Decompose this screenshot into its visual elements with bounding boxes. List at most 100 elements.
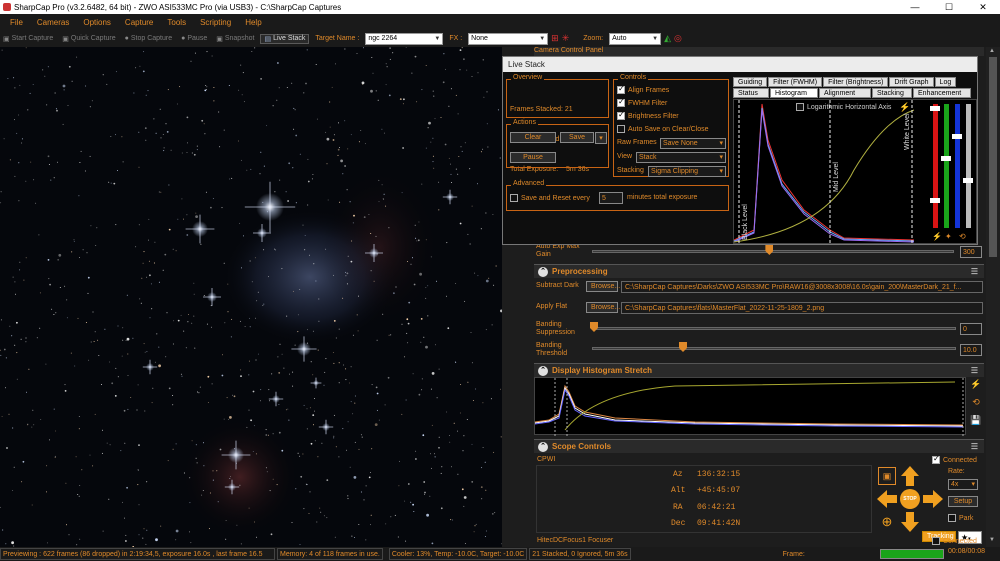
view-select[interactable]: Stack ▾ — [636, 152, 726, 163]
close-button[interactable]: ✕ — [966, 0, 1000, 14]
crosshair-icon[interactable]: ⊞ — [551, 33, 559, 44]
banding-suppression-value[interactable]: 0 — [960, 323, 982, 335]
scroll-up-icon[interactable]: ▲ — [989, 48, 995, 54]
menu-file[interactable]: File — [10, 18, 23, 27]
scroll-down-icon[interactable]: ▼ — [989, 537, 995, 543]
menu-icon[interactable]: ☰ — [971, 442, 978, 451]
brightness-filter-checkbox[interactable]: Brightness Filter — [617, 110, 679, 120]
red-slider-track[interactable] — [933, 104, 938, 228]
red-slider-thumb-low[interactable] — [930, 198, 940, 203]
luminance-slider-track[interactable] — [966, 104, 971, 228]
browse-flat-button[interactable]: Browse... — [586, 302, 620, 313]
rate-select[interactable]: 4x ▾ — [948, 479, 978, 490]
pause-button[interactable]: ● Pause — [178, 35, 210, 42]
green-slider-track[interactable] — [944, 104, 949, 228]
menu-help[interactable]: Help — [245, 18, 261, 27]
save-options-button[interactable]: ▾ — [595, 132, 607, 144]
tab-guiding[interactable]: Guiding — [733, 77, 768, 87]
menu-scripting[interactable]: Scripting — [200, 18, 231, 27]
live-stack-histogram[interactable]: Black Level Mid Level White Level Logari… — [733, 99, 977, 245]
target-name-input[interactable]: ngc 2264 ▼ — [365, 32, 444, 45]
tab-drift-graph[interactable]: Drift Graph — [889, 77, 934, 87]
quick-capture-button[interactable]: ▣ Quick Capture — [59, 35, 118, 43]
park-checkbox[interactable]: Park — [948, 514, 973, 522]
start-capture-button[interactable]: ▣ Start Capture — [0, 35, 56, 43]
live-stack-button[interactable]: ▤ Live Stack — [260, 33, 310, 44]
auto-save-checkbox[interactable]: Auto Save on Clear/Close — [617, 125, 709, 133]
menu-tools[interactable]: Tools — [167, 18, 186, 27]
blue-slider-thumb[interactable] — [952, 134, 962, 139]
fx-select[interactable]: None ▼ — [468, 32, 549, 45]
tab-alignment[interactable]: Alignment — [819, 88, 871, 98]
north-arrow-icon[interactable] — [900, 465, 920, 487]
banding-suppression-slider[interactable] — [592, 327, 956, 330]
save-reset-checkbox[interactable]: Save and Reset every — [510, 194, 590, 202]
image-preview[interactable] — [0, 47, 502, 547]
zoom-select[interactable]: Auto ▼ — [609, 32, 662, 45]
browse-dark-button[interactable]: Browse... — [586, 281, 620, 292]
reset-icon[interactable]: ⟲ — [970, 397, 982, 409]
display-histogram-header[interactable]: ⌃ Display Histogram Stretch ☰ — [534, 363, 984, 377]
menu-options[interactable]: Options — [83, 18, 111, 27]
save-reset-minutes-stepper[interactable]: 5 — [599, 192, 623, 204]
green-slider-thumb[interactable] — [941, 156, 951, 161]
tab-stacking[interactable]: Stacking — [872, 88, 912, 98]
stacking-select[interactable]: Sigma Clipping ▾ — [648, 166, 726, 177]
scrollbar-thumb[interactable] — [989, 57, 997, 257]
menu-icon[interactable]: ☰ — [971, 366, 978, 375]
tab-filter-brightness[interactable]: Filter (Brightness) — [823, 77, 889, 87]
sparkle-icon[interactable]: ✦ — [945, 232, 952, 241]
spiral-search-icon[interactable]: ▣ — [878, 467, 896, 485]
preprocessing-header[interactable]: ⌃ Preprocessing ☰ — [534, 264, 984, 278]
south-arrow-icon[interactable] — [900, 511, 920, 533]
focuser-connected-checkbox[interactable]: Connected — [932, 537, 977, 545]
save-icon[interactable]: 💾 — [970, 415, 982, 427]
tab-histogram[interactable]: Histogram — [770, 88, 818, 98]
blue-slider-track[interactable] — [955, 104, 960, 228]
right-panel-scrollbar[interactable]: ▲ ▼ — [986, 47, 1000, 547]
stop-button[interactable]: STOP — [900, 489, 920, 509]
align-frames-checkbox[interactable]: Align Frames — [617, 84, 669, 94]
menu-cameras[interactable]: Cameras — [37, 18, 69, 27]
reticle-icon[interactable]: ✳ — [562, 33, 570, 44]
menu-icon[interactable]: ☰ — [971, 267, 978, 276]
red-slider-thumb-high[interactable] — [930, 106, 940, 111]
clear-button[interactable]: Clear — [510, 132, 556, 143]
target-icon[interactable]: ◎ — [674, 33, 682, 44]
banding-threshold-slider[interactable] — [592, 347, 956, 350]
lightning-icon[interactable]: ⚡ — [932, 232, 942, 241]
west-arrow-icon[interactable] — [876, 489, 898, 509]
scope-controls-header[interactable]: ⌃ Scope Controls ☰ — [534, 439, 984, 453]
log-axis-checkbox[interactable]: Logarithmic Horizontal Axis — [796, 103, 891, 111]
snapshot-button[interactable]: ▣ Snapshot — [213, 35, 257, 43]
flat-path-field[interactable]: C:\SharpCap Captures\flats\MasterFlat_20… — [621, 302, 983, 314]
scope-connected-checkbox[interactable]: Connected — [932, 454, 977, 464]
raw-frames-select[interactable]: Save None ▾ — [660, 138, 726, 149]
minimize-button[interactable]: — — [898, 0, 932, 14]
setup-button[interactable]: Setup — [948, 496, 978, 507]
pause-stack-button[interactable]: Pause — [510, 152, 556, 163]
display-histogram-graph[interactable] — [534, 377, 966, 436]
stop-capture-button[interactable]: ● Stop Capture — [122, 35, 175, 42]
save-button[interactable]: Save — [560, 132, 594, 143]
lightning-icon[interactable]: ⚡ — [970, 379, 982, 391]
menu-capture[interactable]: Capture — [125, 18, 153, 27]
auto-exp-value[interactable]: 300 — [960, 246, 982, 258]
fwhm-filter-checkbox[interactable]: FWHM Filter — [617, 97, 667, 107]
reset-icon[interactable]: ⟲ — [959, 232, 966, 241]
histogram-icon[interactable]: ◭ — [664, 33, 671, 44]
banding-threshold-slider-thumb[interactable] — [679, 342, 687, 352]
maximize-button[interactable]: ☐ — [932, 0, 966, 14]
auto-exp-slider-thumb[interactable] — [765, 245, 774, 255]
tab-log[interactable]: Log — [934, 77, 957, 87]
tab-filter-fwhm[interactable]: Filter (FWHM) — [768, 77, 823, 87]
crosshair-icon[interactable]: ⊕ — [878, 513, 896, 531]
luminance-slider-thumb[interactable] — [963, 178, 973, 183]
dark-path-field[interactable]: C:\SharpCap Captures\Darks\ZWO ASI533MC … — [621, 281, 983, 293]
tab-enhancement[interactable]: Enhancement — [913, 88, 971, 98]
banding-suppression-slider-thumb[interactable] — [590, 322, 598, 332]
tab-status[interactable]: Status — [733, 88, 769, 98]
lightning-icon[interactable]: ⚡ — [899, 102, 910, 113]
banding-threshold-value[interactable]: 10.0 — [960, 344, 982, 356]
east-arrow-icon[interactable] — [922, 489, 944, 509]
